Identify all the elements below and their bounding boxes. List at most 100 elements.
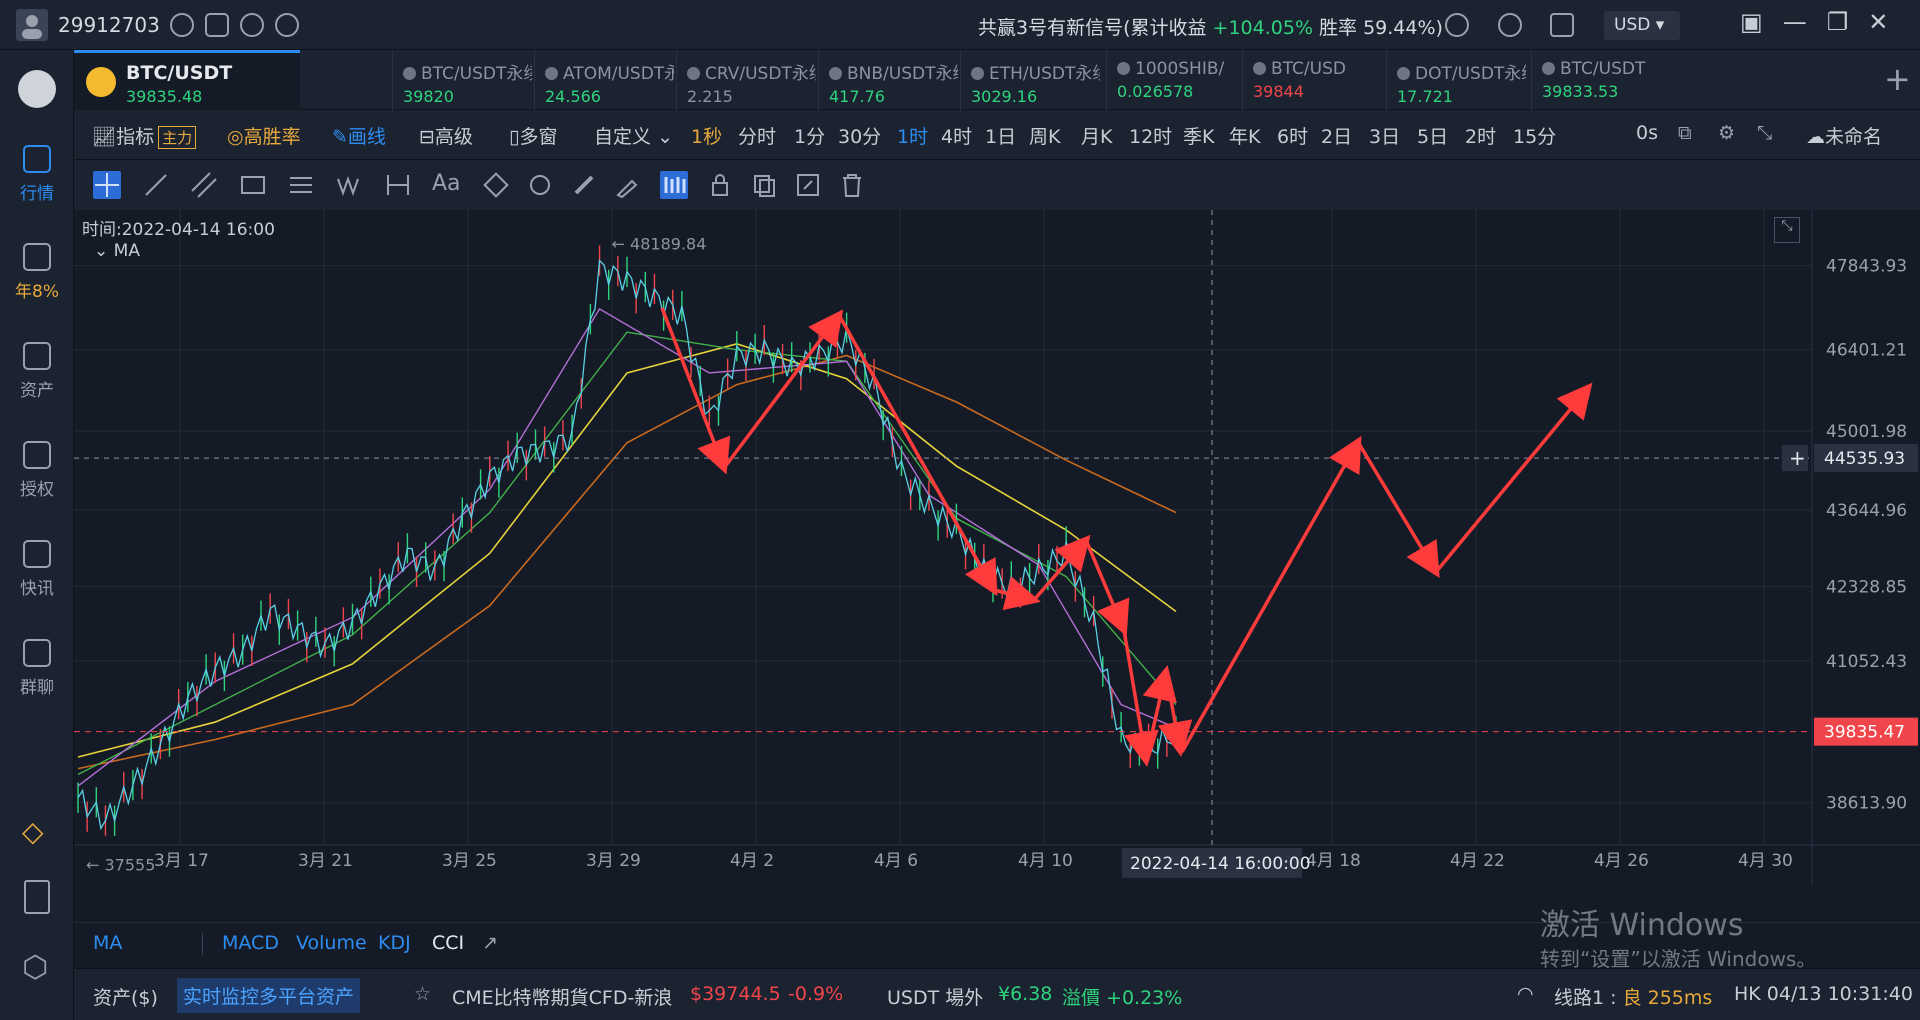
- collapse-chart-icon[interactable]: ⤡: [1774, 217, 1800, 243]
- layout-save-button[interactable]: ☁未命名: [1806, 122, 1882, 149]
- tab-btc-usdt[interactable]: BTC/USDT 39835.48: [74, 50, 300, 110]
- tab-8[interactable]: DOT/USDT永续 17.721: [1386, 50, 1526, 110]
- interval-1[interactable]: 分时: [738, 122, 776, 149]
- tablet-icon[interactable]: [24, 880, 50, 914]
- tab-price: 39833.53: [1542, 82, 1619, 101]
- high-win-button[interactable]: ◎高胜率: [227, 122, 301, 149]
- chart-canvas[interactable]: 47843.93 46401.21 45001.98 43644.96 42328.85…: [74, 210, 1920, 885]
- add-tab-icon[interactable]: +: [1884, 60, 1911, 98]
- expand-icon[interactable]: ⧉: [1678, 122, 1692, 144]
- binance-logo-icon: [86, 67, 116, 97]
- tab-kdj[interactable]: KDJ: [378, 932, 411, 954]
- ruler-tool-icon[interactable]: [570, 171, 598, 199]
- minimize-icon[interactable]: —: [1783, 8, 1827, 36]
- phone-icon[interactable]: [275, 13, 299, 37]
- network-line[interactable]: 线路1 : 良 255ms: [1554, 983, 1712, 1010]
- interval-0[interactable]: 1秒: [691, 122, 722, 149]
- wave-tool-icon[interactable]: [336, 171, 364, 199]
- tab-1[interactable]: BTC/USDT永续 39820: [392, 50, 532, 110]
- pin-window-icon[interactable]: ▣: [1740, 8, 1783, 36]
- price-line: [77, 259, 1177, 831]
- candle-visibility-tool-icon[interactable]: [660, 171, 688, 199]
- trend-line-tool-icon[interactable]: [142, 171, 170, 199]
- draw-line-button[interactable]: ✎画线: [332, 122, 386, 149]
- copy-tool-icon[interactable]: [750, 171, 778, 199]
- interval-9[interactable]: 12时: [1129, 122, 1172, 149]
- plugin-icon[interactable]: [170, 13, 194, 37]
- shirt-icon[interactable]: [1550, 13, 1574, 37]
- avatar[interactable]: [16, 9, 48, 41]
- measure-tool-icon[interactable]: [384, 171, 412, 199]
- lock-tool-icon[interactable]: [706, 171, 734, 199]
- edit-indicator-icon[interactable]: ↗: [482, 932, 498, 954]
- diamond-icon[interactable]: ◇: [22, 815, 44, 848]
- restore-icon[interactable]: ❐: [1827, 8, 1869, 36]
- interval-5[interactable]: 4时: [941, 122, 972, 149]
- trash-tool-icon[interactable]: [838, 171, 866, 199]
- sidebar-item-assets[interactable]: 资产: [0, 342, 74, 401]
- strategy-signal[interactable]: 共赢3号有新信号(累计收益 +104.05% 胜率 59.44%): [978, 13, 1443, 40]
- interval-6[interactable]: 1日: [985, 122, 1016, 149]
- fib-tool-icon[interactable]: [287, 171, 315, 199]
- tab-4[interactable]: BNB/USDT永续 417.76: [818, 50, 958, 110]
- text-tool-icon[interactable]: Aa: [432, 171, 461, 199]
- sidebar-item-news[interactable]: 快讯: [0, 540, 74, 599]
- tab-3[interactable]: CRV/USDT永续 2.215: [676, 50, 816, 110]
- advanced-button[interactable]: ⊟高级: [419, 122, 473, 149]
- interval-7[interactable]: 周K: [1029, 122, 1060, 149]
- interval-11[interactable]: 年K: [1229, 122, 1260, 149]
- tab-volume[interactable]: Volume: [296, 932, 367, 954]
- interval-13[interactable]: 2日: [1321, 122, 1352, 149]
- ma-indicator-toggle[interactable]: ⌄ MA: [94, 241, 140, 261]
- search-icon[interactable]: [1498, 13, 1522, 37]
- tab-price: 2.215: [687, 87, 733, 106]
- eraser-tool-icon[interactable]: [482, 171, 510, 199]
- brush-tool-icon[interactable]: [614, 171, 642, 199]
- assets-label[interactable]: 资产($): [93, 983, 158, 1010]
- star-icon[interactable]: ☆: [414, 983, 431, 1005]
- interval-8[interactable]: 月K: [1081, 122, 1112, 149]
- multi-window-button[interactable]: ▯多窗: [509, 122, 557, 149]
- cme-label: CME比特幣期貨CFD-新浪: [452, 987, 673, 1009]
- tab-symbol: BTC/USDT: [1542, 59, 1671, 79]
- interval-3[interactable]: 30分: [838, 122, 881, 149]
- countdown: 0s: [1636, 122, 1658, 144]
- tab-ma[interactable]: MA: [93, 932, 122, 954]
- tab-9[interactable]: BTC/USDT 39833.53: [1531, 50, 1671, 110]
- monitor-assets-button[interactable]: 实时监控多平台资产: [177, 978, 361, 1013]
- price-chart[interactable]: 47843.93 46401.21 45001.98 43644.96 42328.85…: [74, 210, 1920, 885]
- crosshair-tool-icon[interactable]: [93, 171, 121, 199]
- currency-select[interactable]: USD ▾: [1604, 11, 1680, 40]
- tab-2[interactable]: ATOM/USDT永续 24.566: [534, 50, 674, 110]
- interval-4[interactable]: 1时: [897, 122, 928, 149]
- magnet-tool-icon[interactable]: [526, 171, 554, 199]
- interval-15[interactable]: 5日: [1417, 122, 1448, 149]
- tab-6[interactable]: 1000SHIB/0.026578: [1106, 50, 1246, 110]
- channel-tool-icon[interactable]: [190, 171, 218, 199]
- sidebar-item-earn[interactable]: 年8%: [0, 243, 74, 302]
- interval-12[interactable]: 6时: [1277, 122, 1308, 149]
- interval-16[interactable]: 2时: [1465, 122, 1496, 149]
- sidebar-item-auth[interactable]: 授权: [0, 441, 74, 500]
- discount-icon[interactable]: [205, 13, 229, 37]
- sidebar-item-market[interactable]: 行情: [0, 145, 74, 204]
- interval-14[interactable]: 3日: [1369, 122, 1400, 149]
- interval-2[interactable]: 1分: [794, 122, 825, 149]
- custom-interval-dropdown[interactable]: 自定义 ⌄: [594, 122, 673, 149]
- tab-7[interactable]: BTC/USD 39844: [1242, 50, 1382, 110]
- bell-icon[interactable]: [1445, 13, 1469, 37]
- close-icon[interactable]: ✕: [1868, 8, 1908, 36]
- tab-5[interactable]: ETH/USDT永续 3029.16: [960, 50, 1100, 110]
- tab-macd[interactable]: MACD: [222, 932, 279, 954]
- settings-icon[interactable]: ⬡: [22, 950, 48, 985]
- interval-17[interactable]: 15分: [1513, 122, 1556, 149]
- compass-icon[interactable]: [240, 13, 264, 37]
- fullscreen-icon[interactable]: ⤡: [1757, 122, 1772, 144]
- gear-icon[interactable]: ⚙: [1718, 122, 1735, 144]
- tab-cci[interactable]: CCI: [432, 932, 464, 954]
- rectangle-tool-icon[interactable]: [239, 171, 267, 199]
- interval-10[interactable]: 季K: [1183, 122, 1214, 149]
- edit-tool-icon[interactable]: [794, 171, 822, 199]
- indicator-button[interactable]: 📈︎指标 主力: [92, 122, 197, 149]
- sidebar-item-chat[interactable]: 群聊: [0, 639, 74, 698]
